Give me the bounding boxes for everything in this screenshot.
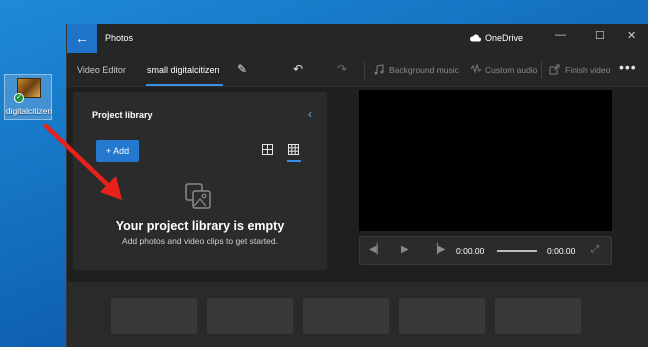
breadcrumb-project-name[interactable]: small digitalcitizen bbox=[147, 65, 220, 75]
storyboard-slot[interactable] bbox=[399, 298, 485, 334]
play-icon[interactable]: ▶ bbox=[401, 244, 409, 255]
toolbar-divider bbox=[541, 61, 542, 79]
redo-icon[interactable]: ↷ bbox=[337, 62, 347, 76]
storyboard-slot[interactable] bbox=[207, 298, 293, 334]
storyboard-slot[interactable] bbox=[495, 298, 581, 334]
more-icon[interactable]: ••• bbox=[619, 59, 637, 75]
export-icon bbox=[549, 64, 560, 75]
storyboard-slot[interactable] bbox=[303, 298, 389, 334]
grid-small-icon[interactable] bbox=[288, 144, 299, 155]
fullscreen-icon[interactable]: ⤢ bbox=[591, 244, 599, 255]
empty-library-title: Your project library is empty bbox=[115, 219, 285, 233]
skip-back-icon[interactable]: ◀▏ bbox=[369, 244, 384, 255]
undo-icon[interactable]: ↶ bbox=[293, 62, 303, 76]
project-library-panel: Project library ‹ + Add Your project lib… bbox=[73, 92, 327, 270]
playback-controls: ◀▏ ▶ ▕▶ 0:00.00 0:00.00 ⤢ bbox=[359, 236, 612, 265]
background-music-button[interactable]: Background music bbox=[389, 65, 459, 75]
add-button[interactable]: + Add bbox=[96, 140, 139, 162]
storyboard bbox=[67, 282, 648, 347]
minimize-button[interactable]: — bbox=[555, 29, 566, 41]
back-button[interactable]: ← bbox=[67, 24, 97, 53]
desktop-file-label: digitalcitizen bbox=[5, 106, 53, 116]
toolbar-divider bbox=[364, 61, 365, 79]
skip-forward-icon[interactable]: ▕▶ bbox=[430, 244, 445, 255]
sync-check-icon: ✓ bbox=[14, 93, 24, 103]
finish-video-button[interactable]: Finish video bbox=[565, 65, 610, 75]
empty-library-subtitle: Add photos and video clips to get starte… bbox=[122, 236, 278, 246]
photos-window: ← Photos OneDrive — ☐ ✕ Video Editor sma… bbox=[66, 24, 648, 347]
cloud-icon bbox=[470, 34, 481, 42]
view-mode-indicator bbox=[287, 160, 301, 162]
toolbar: Video Editor small digitalcitizen ✎ ↶ ↷ … bbox=[67, 53, 648, 87]
total-time: 0:00.00 bbox=[547, 246, 576, 256]
music-icon bbox=[374, 64, 384, 75]
video-preview bbox=[359, 90, 612, 231]
custom-audio-button[interactable]: Custom audio bbox=[485, 65, 537, 75]
current-time: 0:00.00 bbox=[456, 246, 485, 256]
maximize-button[interactable]: ☐ bbox=[595, 29, 605, 42]
audio-icon bbox=[470, 64, 482, 74]
photos-icon bbox=[185, 183, 211, 209]
app-title: Photos bbox=[105, 33, 134, 43]
desktop-file-icon[interactable]: ✓ digitalcitizen bbox=[4, 74, 52, 120]
title-bar: ← Photos OneDrive — ☐ ✕ bbox=[67, 24, 648, 53]
close-button[interactable]: ✕ bbox=[627, 29, 636, 42]
collapse-library-icon[interactable]: ‹ bbox=[308, 107, 312, 121]
storyboard-slot[interactable] bbox=[111, 298, 197, 334]
pencil-icon[interactable]: ✎ bbox=[237, 62, 247, 76]
breadcrumb-active-indicator bbox=[146, 84, 223, 86]
onedrive-label[interactable]: OneDrive bbox=[485, 33, 523, 43]
grid-large-icon[interactable] bbox=[262, 144, 273, 155]
project-library-title: Project library bbox=[92, 110, 153, 120]
seek-bar[interactable] bbox=[497, 250, 537, 252]
breadcrumb-video-editor[interactable]: Video Editor bbox=[77, 65, 126, 75]
